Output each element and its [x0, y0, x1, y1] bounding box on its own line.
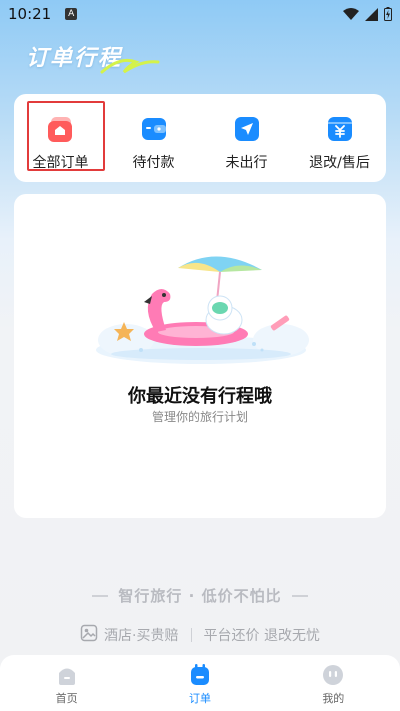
- tab-pending-payment[interactable]: 待付款: [107, 94, 200, 182]
- slogan-right-dash: [291, 594, 308, 597]
- hotel-guarantee-text: 酒店·买贵赔: [104, 628, 179, 644]
- status-time: 10:21: [8, 5, 52, 23]
- empty-state-subtitle: 管理你的旅行计划: [151, 410, 248, 424]
- tab-all-orders[interactable]: 全部订单: [14, 94, 107, 182]
- bottom-nav: 首页 订单 我的: [0, 655, 400, 711]
- nav-profile-label: 我的: [322, 692, 345, 705]
- nav-home[interactable]: 首页: [0, 655, 133, 711]
- profile-icon: [323, 665, 344, 685]
- wifi-icon: [343, 8, 359, 20]
- guarantee-divider: [190, 628, 192, 642]
- guarantee-row: 酒店·买贵赔 平台还价 退改无忧: [0, 624, 400, 646]
- nav-profile[interactable]: 我的: [267, 655, 400, 711]
- tab-upcoming-trips-label: 未出行: [225, 155, 268, 171]
- signal-icon: [365, 7, 378, 21]
- tab-refund-aftersales[interactable]: 退改/售后: [293, 94, 386, 182]
- status-icons: [343, 7, 392, 21]
- paper-plane-icon: [234, 117, 259, 141]
- empty-state-card: 你最近没有行程哦 管理你的旅行计划: [14, 194, 386, 518]
- all-orders-icon: [47, 117, 72, 142]
- slogan-row: 智行旅行 · 低价不怕比: [0, 585, 400, 606]
- slogan-left-dash: [92, 594, 109, 597]
- nav-home-label: 首页: [55, 692, 78, 705]
- nav-orders[interactable]: 订单: [133, 655, 266, 711]
- hotel-guarantee-icon: [80, 624, 98, 646]
- notification-badge: A: [65, 8, 78, 20]
- tab-pending-payment-label: 待付款: [132, 155, 175, 171]
- slogan-text: 智行旅行 · 低价不怕比: [118, 587, 282, 605]
- refund-icon: [327, 117, 352, 141]
- battery-charging-icon: [384, 7, 392, 21]
- status-bar: 10:21 A: [0, 0, 400, 28]
- order-tabs-card: 全部订单 待付款 未出行 退改/售后: [14, 94, 386, 182]
- orders-icon: [190, 664, 209, 685]
- tab-refund-aftersales-label: 退改/售后: [309, 155, 370, 171]
- home-icon: [58, 668, 75, 685]
- empty-trips-illustration: [96, 256, 309, 364]
- platform-guarantee-text: 平台还价 退改无忧: [203, 628, 320, 644]
- empty-state-title: 你最近没有行程哦: [128, 386, 272, 407]
- tab-upcoming-trips[interactable]: 未出行: [200, 94, 293, 182]
- title-swoosh-decoration: [100, 58, 160, 74]
- wallet-icon: [141, 118, 166, 140]
- tab-all-orders-label: 全部订单: [32, 155, 89, 171]
- nav-orders-label: 订单: [188, 692, 211, 705]
